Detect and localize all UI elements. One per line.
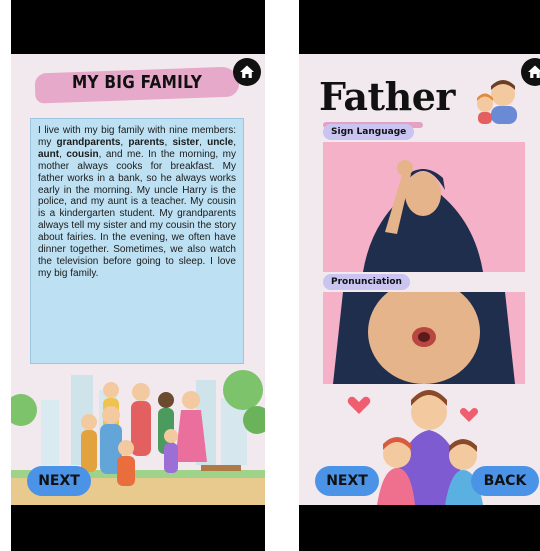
home-button[interactable] — [233, 58, 261, 86]
pronunciation-photo — [323, 292, 525, 384]
story-text: , — [199, 136, 208, 148]
vocab-word: Father — [319, 74, 455, 119]
next-button[interactable]: NEXT — [315, 466, 379, 496]
vocab-parents: parents — [128, 136, 165, 148]
page-title: MY BIG FAMILY — [71, 72, 203, 93]
top-black-bar — [11, 0, 265, 54]
story-text: , — [233, 136, 236, 148]
vocab-cousin: cousin — [66, 148, 99, 160]
back-button[interactable]: BACK — [471, 466, 539, 496]
home-icon — [240, 65, 254, 78]
vocab-uncle: uncle — [207, 136, 234, 148]
story-text: , and me. In the morning, my mother alwa… — [38, 148, 236, 279]
right-screen: Father Sign Language Pronunciation NEXT … — [299, 0, 540, 551]
pronunciation-label: Pronunciation — [323, 274, 410, 290]
father-son-icon — [477, 80, 517, 124]
sign-language-label: Sign Language — [323, 124, 415, 140]
vocab-aunt: aunt — [38, 148, 60, 160]
vocab-grandparents: grandparents — [56, 136, 121, 148]
vocab-page: Father Sign Language Pronunciation NEXT … — [299, 54, 540, 505]
home-icon — [528, 65, 540, 78]
vocab-sister: sister — [172, 136, 200, 148]
left-screen: MY BIG FAMILY I live with my big family … — [11, 0, 265, 551]
bottom-black-bar — [299, 505, 540, 551]
story-text-box: I live with my big family with nine memb… — [30, 118, 244, 364]
story-page: MY BIG FAMILY I live with my big family … — [11, 54, 265, 505]
bottom-black-bar — [11, 505, 265, 551]
next-button[interactable]: NEXT — [27, 466, 91, 496]
sign-language-photo — [323, 142, 525, 272]
top-black-bar — [299, 0, 540, 54]
